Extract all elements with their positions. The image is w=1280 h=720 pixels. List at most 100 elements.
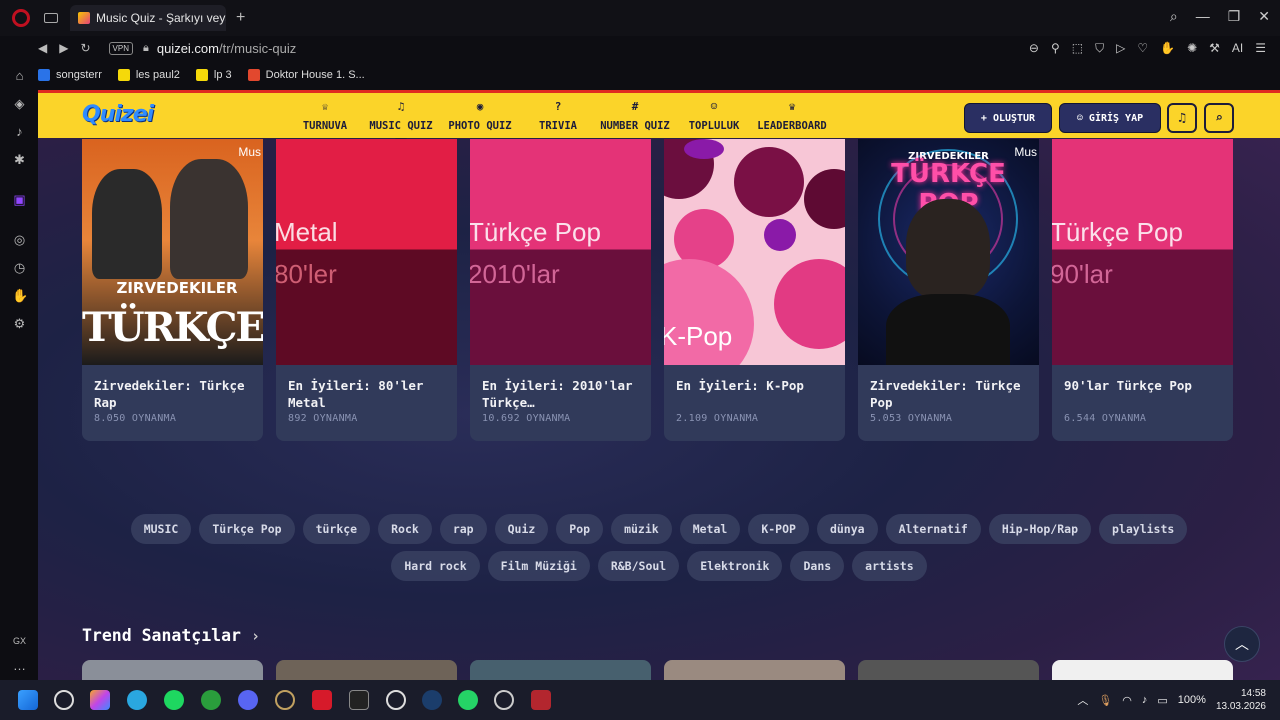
tag-chip[interactable]: Film Müziği [487, 551, 590, 581]
vpn-badge[interactable]: VPN [108, 41, 133, 55]
maximize-icon[interactable]: ❐ [1228, 8, 1241, 25]
spotify-taskbar-icon[interactable] [164, 690, 184, 710]
nav-trivia[interactable]: ? TRIVIA [534, 99, 582, 139]
xbox-icon[interactable] [201, 690, 221, 710]
forward-icon[interactable]: ▶ [59, 41, 68, 55]
notifications-bell-icon[interactable]: ♫ [1167, 103, 1197, 133]
chevron-up-icon[interactable]: ︿ [1077, 692, 1088, 708]
sidebar-home-icon[interactable]: ⌂ [12, 68, 27, 83]
microphone-icon[interactable]: 🎙︎ [1098, 694, 1112, 707]
nav-turnuva[interactable]: ♕ TURNUVA [300, 99, 350, 139]
artist-thumb[interactable] [664, 660, 845, 680]
heart-icon[interactable]: ♡ [1137, 41, 1148, 56]
tag-chip[interactable]: Rock [378, 514, 432, 544]
app-icon[interactable] [312, 690, 332, 710]
steam-icon[interactable] [422, 690, 442, 710]
back-icon[interactable]: ◀ [38, 41, 47, 55]
media-player-icon[interactable] [386, 690, 406, 710]
section-heading[interactable]: Trend Sanatçılar › [82, 626, 260, 645]
spotify-icon[interactable]: ◎ [12, 232, 27, 247]
clock[interactable]: 14:58 13.03.2026 [1216, 687, 1266, 713]
playlist-card[interactable]: K-Pop En İyileri: K-Pop 2.109 OYNANMA [664, 139, 845, 441]
edge-icon[interactable] [127, 690, 147, 710]
tag-chip[interactable]: Metal [679, 514, 741, 544]
tag-chip[interactable]: rap [439, 514, 487, 544]
bookmark-item[interactable]: songsterr [38, 69, 102, 81]
nav-photo-quiz[interactable]: ◉ PHOTO QUIZ [446, 99, 514, 139]
epic-games-icon[interactable] [349, 690, 369, 710]
copilot-icon[interactable] [90, 690, 110, 710]
bookmark-item[interactable]: lp 3 [195, 69, 232, 81]
menu-icon[interactable]: ☰ [1255, 41, 1266, 56]
theme-icon[interactable]: ✺ [1187, 41, 1197, 56]
opera-logo-icon[interactable] [12, 9, 30, 27]
voicemeeter-icon[interactable] [531, 690, 551, 710]
artist-thumb[interactable] [82, 660, 263, 680]
twitch-icon[interactable]: ▣ [12, 192, 27, 207]
scroll-to-top-button[interactable]: ︿ [1224, 626, 1260, 662]
artist-thumb[interactable] [276, 660, 457, 680]
settings-gear-icon[interactable]: ⚙ [12, 316, 27, 331]
tag-chip[interactable]: playlists [1099, 514, 1188, 544]
tag-chip[interactable]: Hard rock [391, 551, 480, 581]
tag-chip[interactable]: R&B/Soul [597, 551, 680, 581]
tab-switcher-icon[interactable] [44, 13, 58, 23]
playlist-card[interactable]: ZIRVEDEKILER TÜRKÇE RAP Mus Zirvedekiler… [82, 139, 263, 441]
sidebar-music-icon[interactable]: ♪ [12, 124, 27, 139]
shield-icon[interactable]: ⛉ [1095, 41, 1104, 56]
playlist-card[interactable]: Metal 80'ler En İyileri: 80'ler Metal 892… [276, 139, 457, 441]
tag-chip[interactable]: Alternatif [885, 514, 981, 544]
close-window-icon[interactable]: ✕ [1258, 8, 1270, 25]
playlist-card[interactable]: ZIRVEDEKILER TÜRKÇE POP Mus Zirvedekiler… [858, 139, 1039, 441]
bookmark-item[interactable]: Doktor House 1. S... [247, 69, 365, 81]
volume-icon[interactable]: ♪ [1142, 694, 1148, 706]
more-icon[interactable]: … [12, 658, 27, 673]
lock-icon[interactable]: 🔒︎ [143, 42, 149, 55]
search-tabs-icon[interactable]: ⌕ [1170, 8, 1178, 25]
site-logo[interactable]: Quizei [82, 102, 154, 127]
playlist-card[interactable]: Türkçe Pop 90'lar 90'lar Türkçe Pop 6.544… [1052, 139, 1233, 441]
nav-number-quiz[interactable]: # NUMBER QUIZ [598, 99, 672, 139]
sidebar-clock-icon[interactable]: ◷ [12, 260, 27, 275]
bookmark-item[interactable]: les paul2 [117, 69, 180, 81]
tag-chip[interactable]: Hip-Hop/Rap [988, 514, 1091, 544]
new-tab-button[interactable]: + [236, 9, 245, 27]
tag-chip[interactable]: artists [852, 551, 927, 581]
tag-chip[interactable]: MUSIC [130, 514, 192, 544]
tag-chip[interactable]: Elektronik [687, 551, 783, 581]
search-icon[interactable]: ⌕ [1204, 103, 1234, 133]
nav-music-quiz[interactable]: ♫ MUSIC QUIZ [368, 99, 434, 141]
sidebar-hand-icon[interactable]: ✋ [12, 288, 28, 303]
login-button[interactable]: ☺ GİRİŞ YAP [1059, 103, 1161, 133]
nav-topluluk[interactable]: ☺ TOPLULUK [686, 99, 742, 139]
tag-chip[interactable]: müzik [611, 514, 672, 544]
discord-icon[interactable] [238, 690, 258, 710]
playlist-card[interactable]: Türkçe Pop 2010'lar En İyileri: 2010'lar… [470, 139, 651, 441]
reload-icon[interactable]: ↻ [80, 41, 90, 55]
pin-icon[interactable]: ⚲ [1051, 41, 1060, 56]
sidebar-diamond-icon[interactable]: ◈ [12, 96, 27, 111]
artist-thumb[interactable] [1052, 660, 1233, 680]
nav-leaderboard[interactable]: ♛ LEADERBOARD [756, 99, 828, 139]
extension-icon[interactable]: ✋ [1160, 41, 1175, 56]
battery-icon[interactable]: ▭ [1157, 694, 1167, 707]
whatsapp-icon[interactable] [458, 690, 478, 710]
artist-thumb[interactable] [858, 660, 1039, 680]
player-icon[interactable]: ▷ [1116, 41, 1125, 56]
zoom-icon[interactable]: ⊖ [1029, 41, 1039, 56]
tag-chip[interactable]: türkçe [302, 514, 371, 544]
tag-chip[interactable]: Pop [556, 514, 604, 544]
wifi-icon[interactable]: ◠ [1122, 694, 1132, 707]
app-icon[interactable] [494, 690, 514, 710]
tag-chip[interactable]: Türkçe Pop [199, 514, 295, 544]
opera-gx-icon[interactable] [275, 690, 295, 710]
url-field[interactable]: quizei.com/tr/music-quiz [157, 41, 296, 56]
snapshot-icon[interactable]: ⬚ [1072, 41, 1083, 56]
ai-label[interactable]: AI [1232, 41, 1243, 56]
search-taskbar-icon[interactable] [54, 690, 74, 710]
minimize-icon[interactable]: — [1196, 8, 1210, 25]
tag-chip[interactable]: K-POP [748, 514, 809, 544]
browser-tab[interactable]: Music Quiz - Şarkıyı veya s ✕ [70, 5, 226, 31]
tag-chip[interactable]: Quiz [494, 514, 549, 544]
sidebar-star-icon[interactable]: ✱ [12, 152, 27, 167]
